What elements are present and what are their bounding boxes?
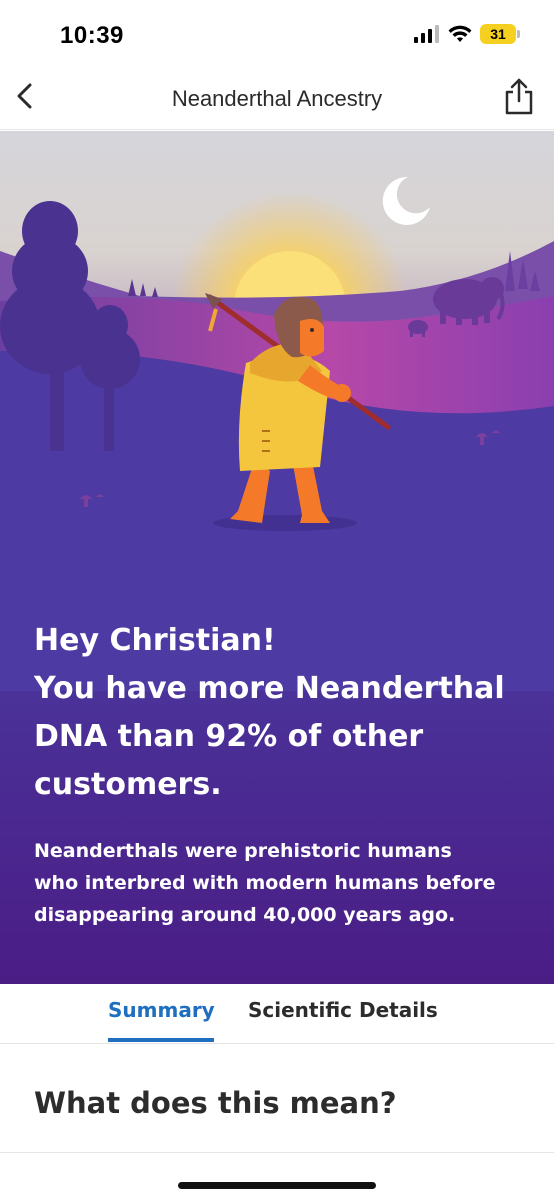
nav-bar: Neanderthal Ancestry [0, 62, 554, 130]
share-icon[interactable] [502, 76, 536, 116]
signal-icon [414, 25, 439, 43]
active-tab-indicator [108, 1038, 214, 1042]
page-title: Neanderthal Ancestry [171, 86, 383, 111]
hero-banner: Hey Christian! You have more Neanderthal… [0, 131, 554, 984]
heading-line: Hey Christian! [34, 623, 276, 658]
home-indicator[interactable] [178, 1182, 376, 1189]
description-line: who interbred with modern humans before [34, 872, 496, 894]
hero-heading: Hey Christian! You have more Neanderthal… [34, 617, 534, 809]
tab-scientific-details[interactable]: Scientific Details [248, 998, 438, 1022]
description-line: disappearing around 40,000 years ago. [34, 904, 456, 926]
heading-line: You have more Neanderthal [34, 671, 505, 706]
battery-icon: 31 [480, 24, 520, 44]
battery-level: 31 [490, 26, 506, 42]
wifi-icon [448, 25, 472, 42]
hero-description: Neanderthals were prehistoric humans who… [34, 835, 534, 931]
section-title: What does this mean? [34, 1086, 397, 1120]
divider [0, 1152, 554, 1153]
heading-line: customers. [34, 767, 222, 802]
status-bar: 10:39 31 [0, 0, 554, 62]
heading-line: DNA than 92% of other [34, 719, 424, 754]
moon-icon [382, 176, 430, 225]
neanderthal-illustration [0, 176, 554, 691]
status-icons: 31 [414, 24, 520, 44]
description-line: Neanderthals were prehistoric humans [34, 840, 452, 862]
tab-summary[interactable]: Summary [108, 998, 215, 1022]
status-time: 10:39 [60, 22, 124, 49]
tab-bar: Summary Scientific Details [0, 984, 554, 1044]
